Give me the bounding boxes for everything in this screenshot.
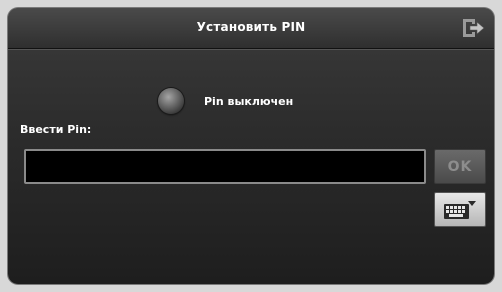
exit-button[interactable] — [458, 14, 488, 42]
keyboard-button[interactable] — [434, 192, 486, 227]
pin-status-row: Pin выключен — [158, 88, 293, 114]
keyboard-icon — [444, 200, 476, 219]
ok-button-label: OK — [447, 158, 473, 175]
pin-screen: Установить PIN Pin выключен Ввести Pin: … — [8, 8, 494, 284]
pin-status-label: Pin выключен — [204, 94, 294, 108]
title-bar: Установить PIN — [8, 8, 494, 49]
ok-button[interactable]: OK — [434, 149, 486, 184]
status-led-icon — [158, 88, 184, 114]
pin-input[interactable] — [24, 149, 426, 184]
exit-icon — [463, 19, 485, 37]
page-title: Установить PIN — [196, 20, 306, 34]
pin-field-label: Ввести Pin: — [20, 123, 92, 136]
